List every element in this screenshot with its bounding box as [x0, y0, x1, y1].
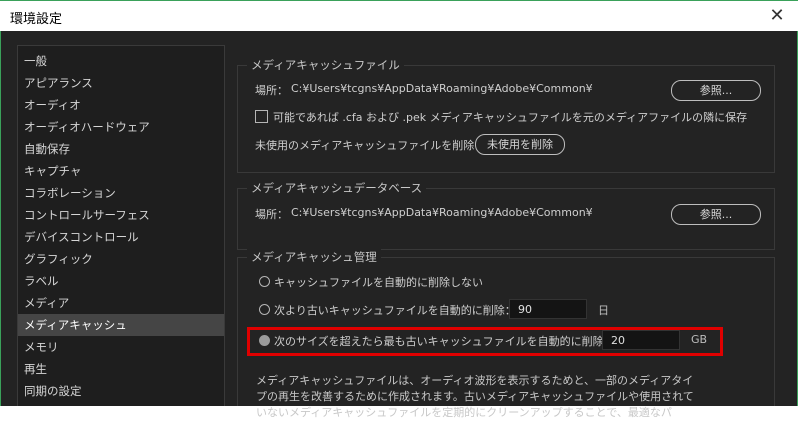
radio-delete-by-size[interactable] [259, 335, 270, 346]
window-title: 環境設定 [10, 12, 63, 27]
description-line: いないメディアキャッシュファイルを定期的にクリーンアップすることで、最適なパ [256, 406, 672, 419]
sidebar-item-memory[interactable]: メモリ [18, 336, 224, 358]
sidebar-item-graphics[interactable]: グラフィック [18, 248, 224, 270]
sidebar-item-control-surface[interactable]: コントロールサーフェス [18, 204, 224, 226]
sidebar-item-appearance[interactable]: アピアランス [18, 72, 224, 94]
cache-db-browse-button[interactable]: 参照... [671, 204, 761, 225]
save-next-to-originals-checkbox[interactable] [255, 110, 268, 123]
close-icon[interactable]: ✕ [764, 4, 790, 28]
preferences-dialog: 一般 アピアランス オーディオ オーディオハードウェア 自動保存 キャプチャ コ… [0, 31, 798, 419]
sidebar-item-auto-save[interactable]: 自動保存 [18, 138, 224, 160]
sidebar-item-playback[interactable]: 再生 [18, 358, 224, 380]
sidebar-item-collaboration[interactable]: コラボレーション [18, 182, 224, 204]
radio-delete-older-label: 次より古いキャッシュファイルを自動的に削除： [274, 304, 516, 317]
description-line: メディアキャッシュファイルは、オーディオ波形を表示するためと、一部のメディアタイ [256, 374, 694, 387]
sidebar-item-audio[interactable]: オーディオ [18, 94, 224, 116]
media-cache-description: メディアキャッシュファイルは、オーディオ波形を表示するためと、一部のメディアタイ… [256, 373, 696, 421]
description-line: プの再生を改善するために作成されます。古いメディアキャッシュファイルや使用されて [256, 390, 694, 403]
media-cache-management-title: メディアキャッシュ管理 [247, 249, 381, 265]
sidebar-item-sync-settings[interactable]: 同期の設定 [18, 380, 224, 402]
sidebar-item-media[interactable]: メディア [18, 292, 224, 314]
sidebar-item-general[interactable]: 一般 [18, 50, 224, 72]
remove-unused-button[interactable]: 未使用を削除 [475, 134, 565, 155]
sidebar-item-media-cache[interactable]: メディアキャッシュ [18, 314, 224, 336]
older-days-input[interactable]: 90 [509, 299, 587, 319]
sidebar-item-device-control[interactable]: デバイスコントロール [18, 226, 224, 248]
radio-never-delete[interactable] [259, 276, 270, 287]
sidebar-item-labels[interactable]: ラベル [18, 270, 224, 292]
media-cache-files-title: メディアキャッシュファイル [247, 57, 404, 73]
media-cache-database-title: メディアキャッシュデータベース [247, 180, 427, 196]
cache-files-location-label: 場所： [255, 84, 288, 97]
cache-db-location-path: C:¥Users¥tcgns¥AppData¥Roaming¥Adobe¥Com… [291, 206, 593, 219]
window-titlebar: 環境設定 ✕ [0, 0, 798, 31]
sidebar-item-audio-hardware[interactable]: オーディオハードウェア [18, 116, 224, 138]
preferences-sidebar: 一般 アピアランス オーディオ オーディオハードウェア 自動保存 キャプチャ コ… [17, 45, 225, 406]
cache-files-location-path: C:¥Users¥tcgns¥AppData¥Roaming¥Adobe¥Com… [291, 82, 593, 95]
remove-unused-label: 未使用のメディアキャッシュファイルを削除 [255, 139, 475, 152]
cache-files-browse-button[interactable]: 参照... [671, 80, 761, 101]
radio-delete-older[interactable] [259, 304, 270, 315]
size-limit-input[interactable]: 20 [602, 330, 680, 350]
radio-delete-by-size-label: 次のサイズを超えたら最も古いキャッシュファイルを自動的に削除： [274, 335, 615, 348]
sidebar-item-capture[interactable]: キャプチャ [18, 160, 224, 182]
older-days-unit: 日 [598, 304, 609, 317]
radio-never-delete-label: キャッシュファイルを自動的に削除しない [274, 276, 483, 289]
cache-db-location-label: 場所： [255, 208, 288, 221]
save-next-to-originals-label: 可能であれば .cfa および .pek メディアキャッシュファイルを元のメディ… [273, 111, 748, 124]
size-limit-unit: GB [691, 333, 708, 346]
